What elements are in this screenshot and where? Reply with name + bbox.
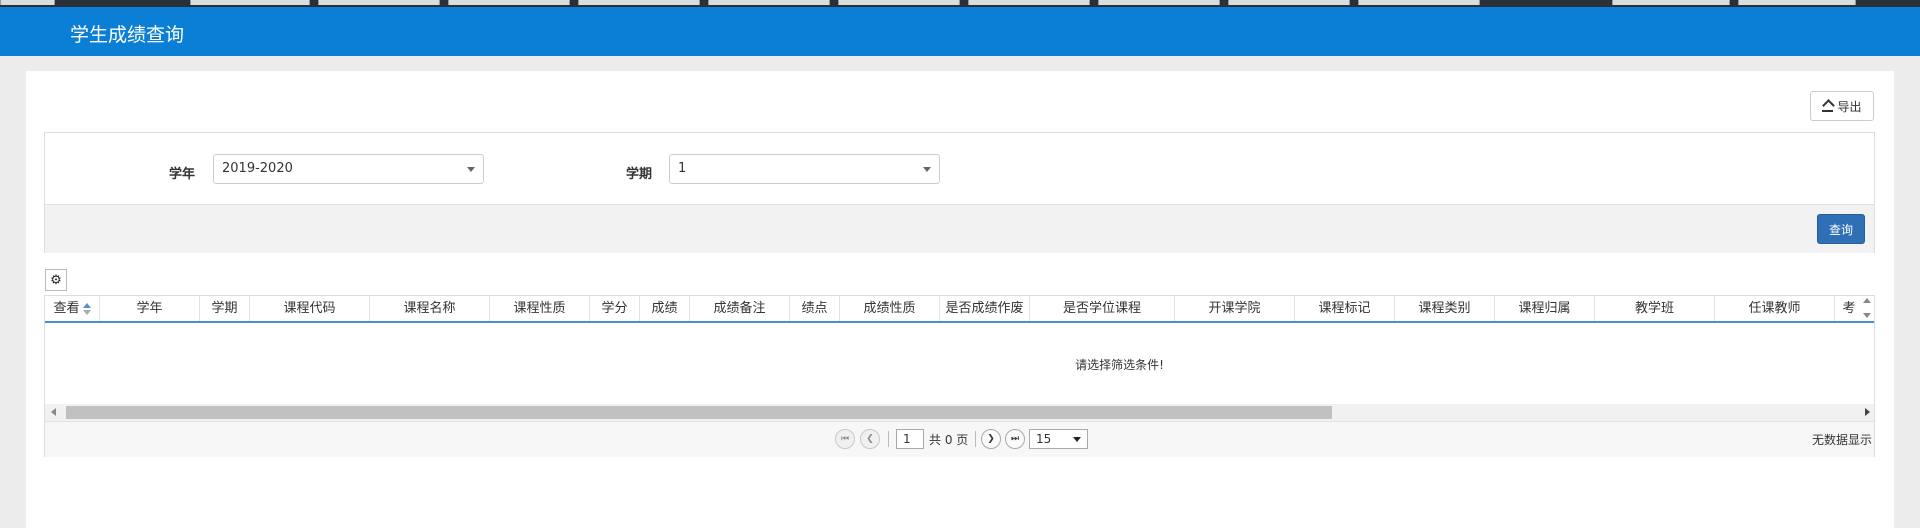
column-header[interactable]: 是否成绩作废 — [940, 296, 1030, 321]
pager-divider — [975, 431, 976, 447]
browser-tab[interactable] — [318, 0, 440, 5]
chevron-down-icon — [467, 167, 475, 172]
empty-message: 请选择筛选条件! — [1075, 358, 1164, 372]
column-header[interactable]: 学年 — [100, 296, 200, 321]
first-page-icon[interactable]: ⏮ — [835, 429, 855, 449]
column-header[interactable]: 学分 — [590, 296, 640, 321]
browser-tab[interactable] — [448, 0, 570, 5]
results-grid: 查看 学年 学期 课程代码 课程名称 课程性质 学分 成绩 成绩备注 绩点 成绩… — [44, 295, 1875, 457]
term-label: 学期 — [626, 167, 653, 182]
term-select[interactable]: 1 — [669, 154, 940, 184]
query-button[interactable]: 查询 — [1817, 214, 1865, 244]
column-settings-button[interactable]: ⚙ — [45, 269, 67, 291]
horizontal-scrollbar[interactable] — [45, 404, 1874, 421]
last-page-icon[interactable]: ⏭ — [1005, 429, 1025, 449]
chevron-down-icon — [1073, 437, 1081, 442]
column-header[interactable]: 绩点 — [790, 296, 840, 321]
column-header[interactable]: 课程性质 — [490, 296, 590, 321]
browser-tab-strip — [0, 0, 1920, 7]
column-header[interactable]: 教学班 — [1595, 296, 1715, 321]
browser-tab[interactable] — [968, 0, 1090, 5]
page-size-select[interactable]: 15 — [1029, 429, 1088, 449]
chevron-down-icon — [923, 167, 931, 172]
pagination-bar: ⏮ ❮ 1 共 0 页 ❯ ⏭ 15 无数据显示 — [45, 421, 1874, 457]
column-header[interactable]: 学期 — [200, 296, 250, 321]
column-header[interactable]: 课程名称 — [370, 296, 490, 321]
export-button[interactable]: 导出 — [1810, 91, 1874, 121]
filter-form: 学年 2019-2020 学期 1 查询 — [44, 132, 1875, 253]
gear-icon: ⚙ — [50, 272, 62, 288]
column-header[interactable]: 查看 — [45, 296, 100, 321]
column-header[interactable]: 任课教师 — [1715, 296, 1835, 321]
page-title: 学生成绩查询 — [70, 24, 185, 46]
browser-tab[interactable] — [838, 0, 960, 5]
pager-divider — [888, 431, 889, 447]
export-button-label: 导出 — [1837, 99, 1862, 114]
browser-tab[interactable] — [1228, 0, 1350, 5]
filter-footer: 查询 — [45, 204, 1874, 253]
next-page-icon[interactable]: ❯ — [981, 429, 1001, 449]
year-select[interactable]: 2019-2020 — [213, 154, 484, 184]
page-total: 共 0 页 — [929, 433, 969, 447]
column-header[interactable]: 课程标记 — [1295, 296, 1395, 321]
column-header[interactable]: 是否学位课程 — [1030, 296, 1175, 321]
export-icon — [1822, 101, 1834, 112]
term-select-value: 1 — [678, 161, 687, 176]
year-label: 学年 — [169, 167, 196, 182]
scroll-up-icon[interactable] — [1863, 298, 1871, 303]
column-header[interactable]: 课程代码 — [250, 296, 370, 321]
vertical-scrollbar[interactable] — [1862, 298, 1872, 320]
scroll-down-icon[interactable] — [1863, 313, 1871, 318]
column-header[interactable]: 考 — [1835, 296, 1863, 321]
record-status: 无数据显示 — [1811, 433, 1872, 447]
scroll-right-icon[interactable] — [1865, 408, 1870, 416]
browser-tab[interactable] — [0, 0, 55, 5]
scrollbar-thumb[interactable] — [66, 406, 1332, 419]
browser-tab[interactable] — [1358, 0, 1480, 5]
previous-page-icon[interactable]: ❮ — [860, 429, 880, 449]
grid-header-row: 查看 学年 学期 课程代码 课程名称 课程性质 学分 成绩 成绩备注 绩点 成绩… — [45, 296, 1874, 323]
scroll-left-icon[interactable] — [51, 408, 56, 416]
column-header[interactable]: 成绩 — [640, 296, 690, 321]
column-header[interactable]: 课程类别 — [1395, 296, 1495, 321]
column-header[interactable]: 课程归属 — [1495, 296, 1595, 321]
browser-tab[interactable] — [190, 0, 310, 5]
page-size-value: 15 — [1036, 432, 1052, 446]
app-header: 学生成绩查询 — [0, 7, 1920, 56]
year-select-value: 2019-2020 — [222, 161, 293, 176]
sort-icon[interactable] — [82, 302, 91, 315]
browser-tab[interactable] — [578, 0, 700, 5]
column-header[interactable]: 成绩备注 — [690, 296, 790, 321]
browser-tab[interactable] — [1738, 0, 1856, 5]
browser-tab[interactable] — [1098, 0, 1220, 5]
column-header[interactable]: 成绩性质 — [840, 296, 940, 321]
page-number-input[interactable]: 1 — [896, 429, 924, 449]
browser-tab[interactable] — [1612, 0, 1730, 5]
browser-tab[interactable] — [708, 0, 830, 5]
column-header[interactable]: 开课学院 — [1175, 296, 1295, 321]
